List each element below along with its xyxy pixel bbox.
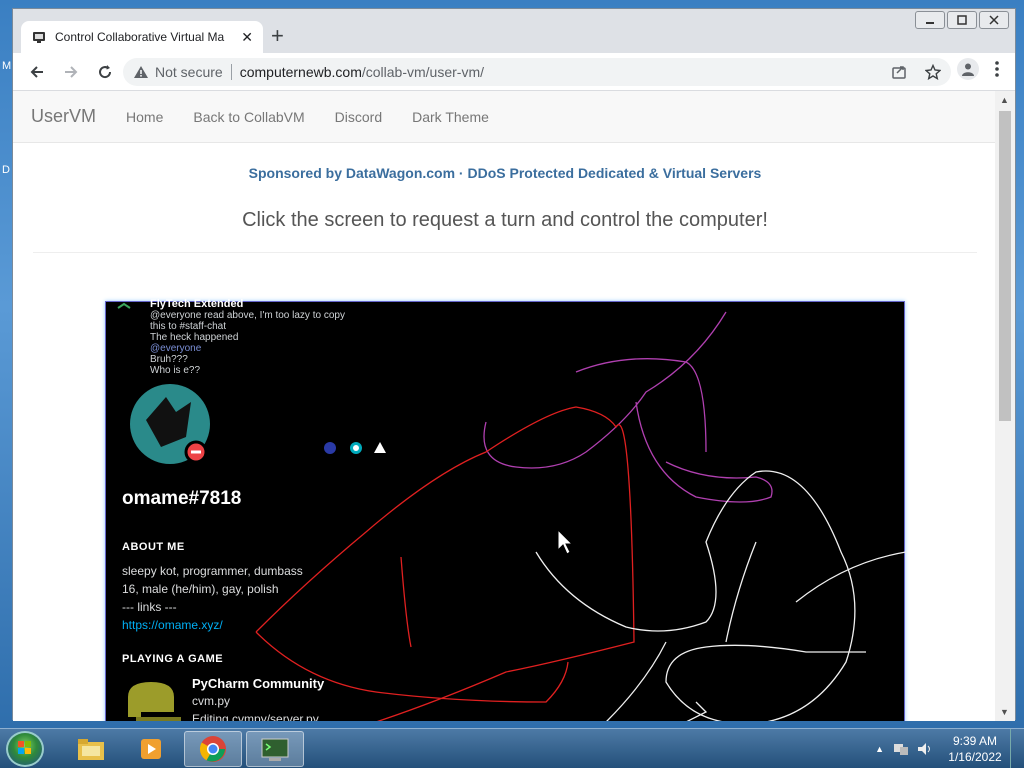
address-bar[interactable]: Not secure computernewb.com/collab-vm/us… — [123, 58, 951, 86]
profile-link: https://omame.xyz/ — [122, 618, 223, 632]
chat-author: FlyTech Extended — [150, 298, 244, 310]
back-button[interactable] — [21, 56, 53, 88]
share-icon[interactable] — [891, 64, 907, 80]
page-headline: Click the screen to request a turn and c… — [242, 209, 768, 231]
nav-link-dark-theme[interactable]: Dark Theme — [412, 109, 489, 125]
profile-button[interactable] — [957, 58, 979, 80]
site-navbar: UserVM Home Back to CollabVM Discord Dar… — [13, 91, 997, 143]
network-icon[interactable] — [892, 741, 910, 757]
back-arrow-icon — [30, 65, 43, 78]
game-title: PyCharm Community — [192, 676, 325, 691]
media-player-icon — [141, 739, 161, 759]
system-clock[interactable]: 9:39 AM 1/16/2022 — [940, 733, 1010, 765]
desktop-icon-label: M — [2, 60, 12, 72]
chat-message: Who is e?? — [150, 365, 201, 376]
start-button[interactable] — [6, 731, 44, 767]
scroll-down-icon[interactable]: ▼ — [1000, 707, 1009, 717]
tab-title: Control Collaborative Virtual Ma — [55, 30, 225, 44]
badge-icon — [324, 442, 336, 454]
url-host: computernewb.com — [239, 64, 362, 80]
desktop-icon-label: D — [2, 164, 10, 176]
page-viewport: UserVM Home Back to CollabVM Discord Dar… — [13, 91, 997, 721]
python-logo-icon — [128, 682, 174, 717]
site-brand[interactable]: UserVM — [31, 106, 96, 127]
vm-display[interactable]: FlyTech Extended @everyone read above, I… — [105, 298, 906, 721]
terminal-icon — [261, 738, 289, 761]
nav-link-home[interactable]: Home — [126, 109, 163, 125]
profile-username: omame#7818 — [122, 488, 242, 509]
nav-link-back-to-collabvm[interactable]: Back to CollabVM — [193, 109, 304, 125]
collabvm-favicon-icon — [33, 32, 45, 43]
new-tab-button[interactable]: + — [271, 25, 284, 47]
page-scrollbar[interactable]: ▲ ▼ — [995, 91, 1015, 721]
reload-icon — [99, 64, 112, 78]
taskbar: ▲ 9:39 AM 1/16/2022 — [0, 728, 1024, 768]
folder-icon — [78, 739, 104, 760]
chat-message: @everyone — [150, 343, 202, 354]
browser-toolbar: Not secure computernewb.com/collab-vm/us… — [13, 53, 1015, 91]
taskbar-chrome[interactable] — [184, 731, 242, 767]
tab-close-button[interactable]: ✕ — [241, 29, 253, 46]
game-detail: Editing cvmpy/server.py — [192, 712, 319, 721]
system-tray: ▲ 9:39 AM 1/16/2022 — [875, 729, 1024, 768]
show-desktop-button[interactable] — [1010, 729, 1024, 768]
person-icon — [962, 63, 974, 76]
about-me-line: sleepy kot, programmer, dumbass — [122, 564, 303, 578]
security-status[interactable]: Not secure — [155, 64, 223, 80]
clock-date: 1/16/2022 — [948, 750, 1002, 764]
volume-icon[interactable] — [916, 741, 934, 757]
drawing-white — [535, 470, 906, 721]
bookmark-star-icon[interactable] — [925, 64, 941, 80]
vm-drawings — [117, 302, 906, 721]
scroll-thumb[interactable] — [999, 111, 1011, 421]
mouse-cursor-icon — [557, 528, 574, 555]
tab-strip: Control Collaborative Virtual Ma ✕ + — [13, 9, 1015, 53]
chrome-icon — [199, 736, 226, 762]
forward-button[interactable] — [55, 56, 87, 88]
chat-message: Bruh??? — [150, 354, 188, 365]
clock-time: 9:39 AM — [952, 734, 998, 748]
windows-logo-icon — [18, 741, 31, 754]
reload-button[interactable] — [89, 56, 121, 88]
sponsor-link[interactable]: Sponsored by DataWagon.com · DDoS Protec… — [13, 165, 997, 181]
game-detail: cvm.py — [192, 694, 231, 708]
taskbar-media-player[interactable] — [122, 731, 180, 767]
warning-icon — [134, 66, 148, 78]
toolbar-right — [957, 58, 1007, 80]
taskbar-explorer[interactable] — [62, 731, 120, 767]
tray-expand-icon[interactable]: ▲ — [875, 744, 884, 754]
url-path: /collab-vm/user-vm/ — [361, 64, 485, 80]
scroll-up-icon[interactable]: ▲ — [1000, 95, 1009, 105]
chat-message: @everyone read above, I'm too lazy to co… — [150, 310, 345, 321]
omnibox-divider — [230, 64, 232, 80]
about-me-line: --- links --- — [122, 600, 177, 614]
omnibox-actions — [891, 64, 941, 80]
badge-icon — [374, 442, 386, 453]
playing-heading: PLAYING A GAME — [122, 653, 224, 665]
forward-arrow-icon — [65, 65, 78, 78]
browser-tab[interactable]: Control Collaborative Virtual Ma ✕ — [21, 21, 263, 53]
about-me-line: 16, male (he/him), gay, polish — [122, 582, 279, 596]
browser-window: Control Collaborative Virtual Ma ✕ + Not… — [12, 8, 1016, 721]
drawing-red — [255, 406, 635, 721]
chat-message: this to #staff-chat — [150, 321, 226, 332]
chat-avatar-icon — [117, 302, 131, 309]
about-me-heading: ABOUT ME — [122, 541, 185, 553]
taskbar-vm-app[interactable] — [246, 731, 304, 767]
menu-button[interactable] — [987, 61, 1007, 77]
kebab-menu-icon — [995, 61, 999, 77]
divider — [33, 252, 977, 253]
chat-message: The heck happened — [150, 332, 239, 343]
nav-link-discord[interactable]: Discord — [335, 109, 382, 125]
